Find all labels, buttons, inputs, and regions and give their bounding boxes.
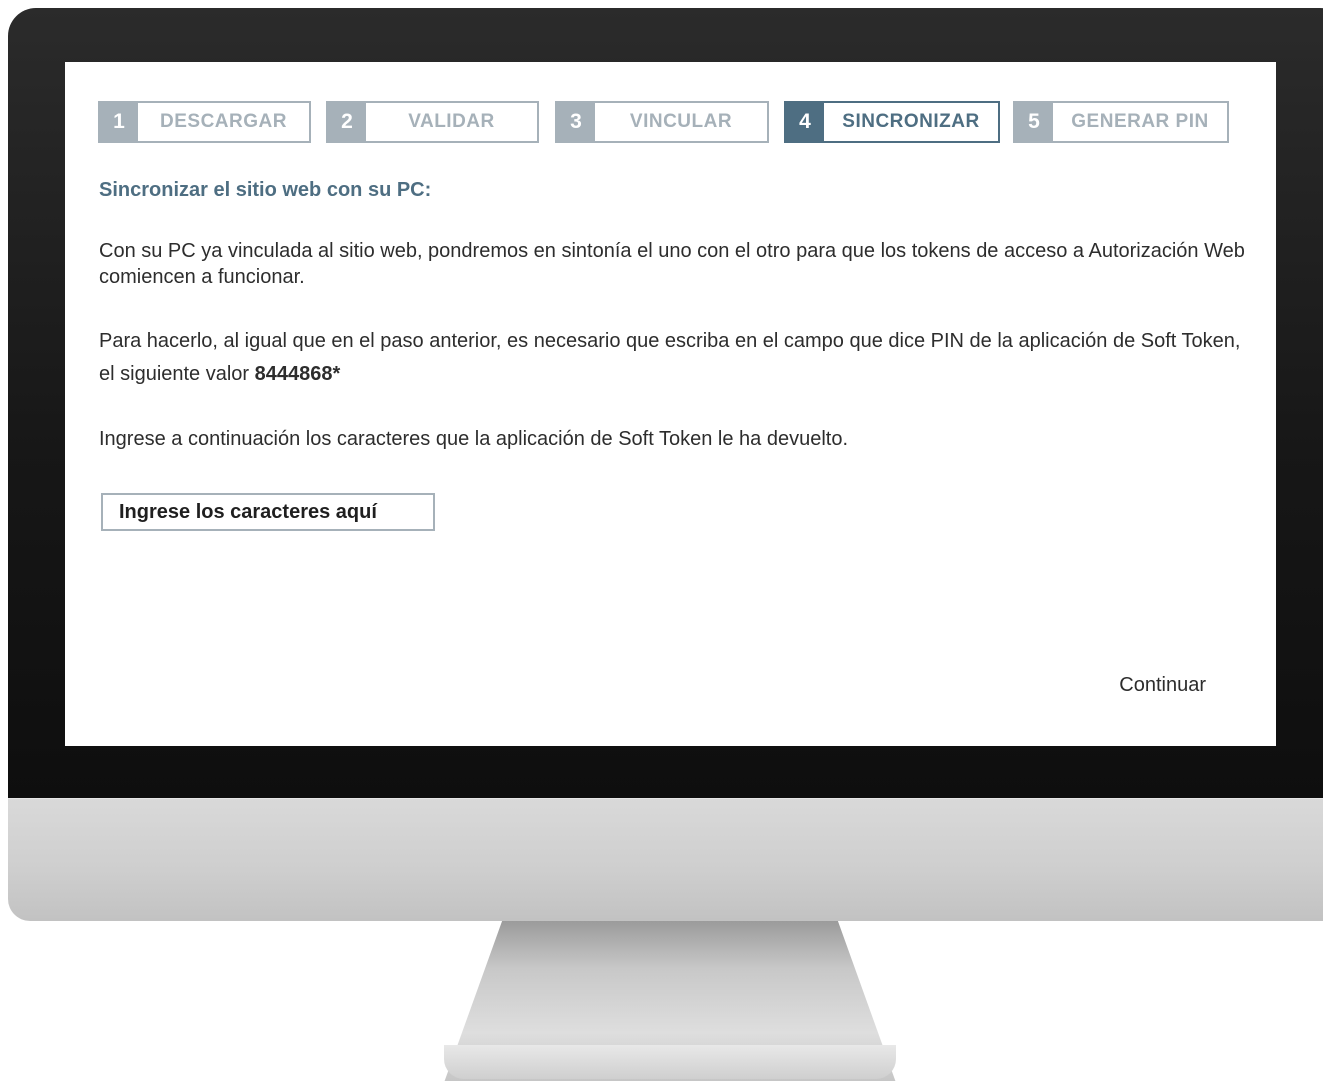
step-label: DESCARGAR xyxy=(160,111,287,132)
step-number: 4 xyxy=(786,103,824,141)
step-descargar[interactable]: 1 DESCARGAR xyxy=(98,101,311,143)
token-characters-input[interactable] xyxy=(101,493,435,531)
step-label: VINCULAR xyxy=(629,111,733,132)
step-number: 3 xyxy=(557,103,595,141)
step-vincular[interactable]: 3 VINCULAR xyxy=(555,101,769,143)
step-validar[interactable]: 2 VALIDAR xyxy=(326,101,539,143)
step-number: 1 xyxy=(100,103,138,141)
input-instruction: Ingrese a continuación los caracteres qu… xyxy=(99,428,849,450)
step-label: VALIDAR xyxy=(408,111,495,132)
step-number: 2 xyxy=(328,103,366,141)
monitor-screen: 1 DESCARGAR 2 VALIDAR 3 VINCULAR 4 SINCR… xyxy=(65,62,1276,746)
instruction-paragraph: Para hacerlo, al igual que en el paso an… xyxy=(99,325,1249,391)
page-title: Sincronizar el sitio web con su PC: xyxy=(99,179,432,201)
monitor-stand-base xyxy=(444,1045,896,1079)
step-number: 5 xyxy=(1015,103,1053,141)
step-sincronizar[interactable]: 4 SINCRONIZAR xyxy=(784,101,1000,143)
step-label: SINCRONIZAR xyxy=(842,111,980,132)
continue-button[interactable]: Continuar xyxy=(1119,674,1206,697)
step-label: GENERAR PIN xyxy=(1071,111,1209,132)
monitor-chin xyxy=(8,798,1323,921)
step-generar-pin[interactable]: 5 GENERAR PIN xyxy=(1013,101,1229,143)
pin-value: 8444868* xyxy=(254,363,341,385)
intro-paragraph: Con su PC ya vinculada al sitio web, pon… xyxy=(99,240,1245,288)
